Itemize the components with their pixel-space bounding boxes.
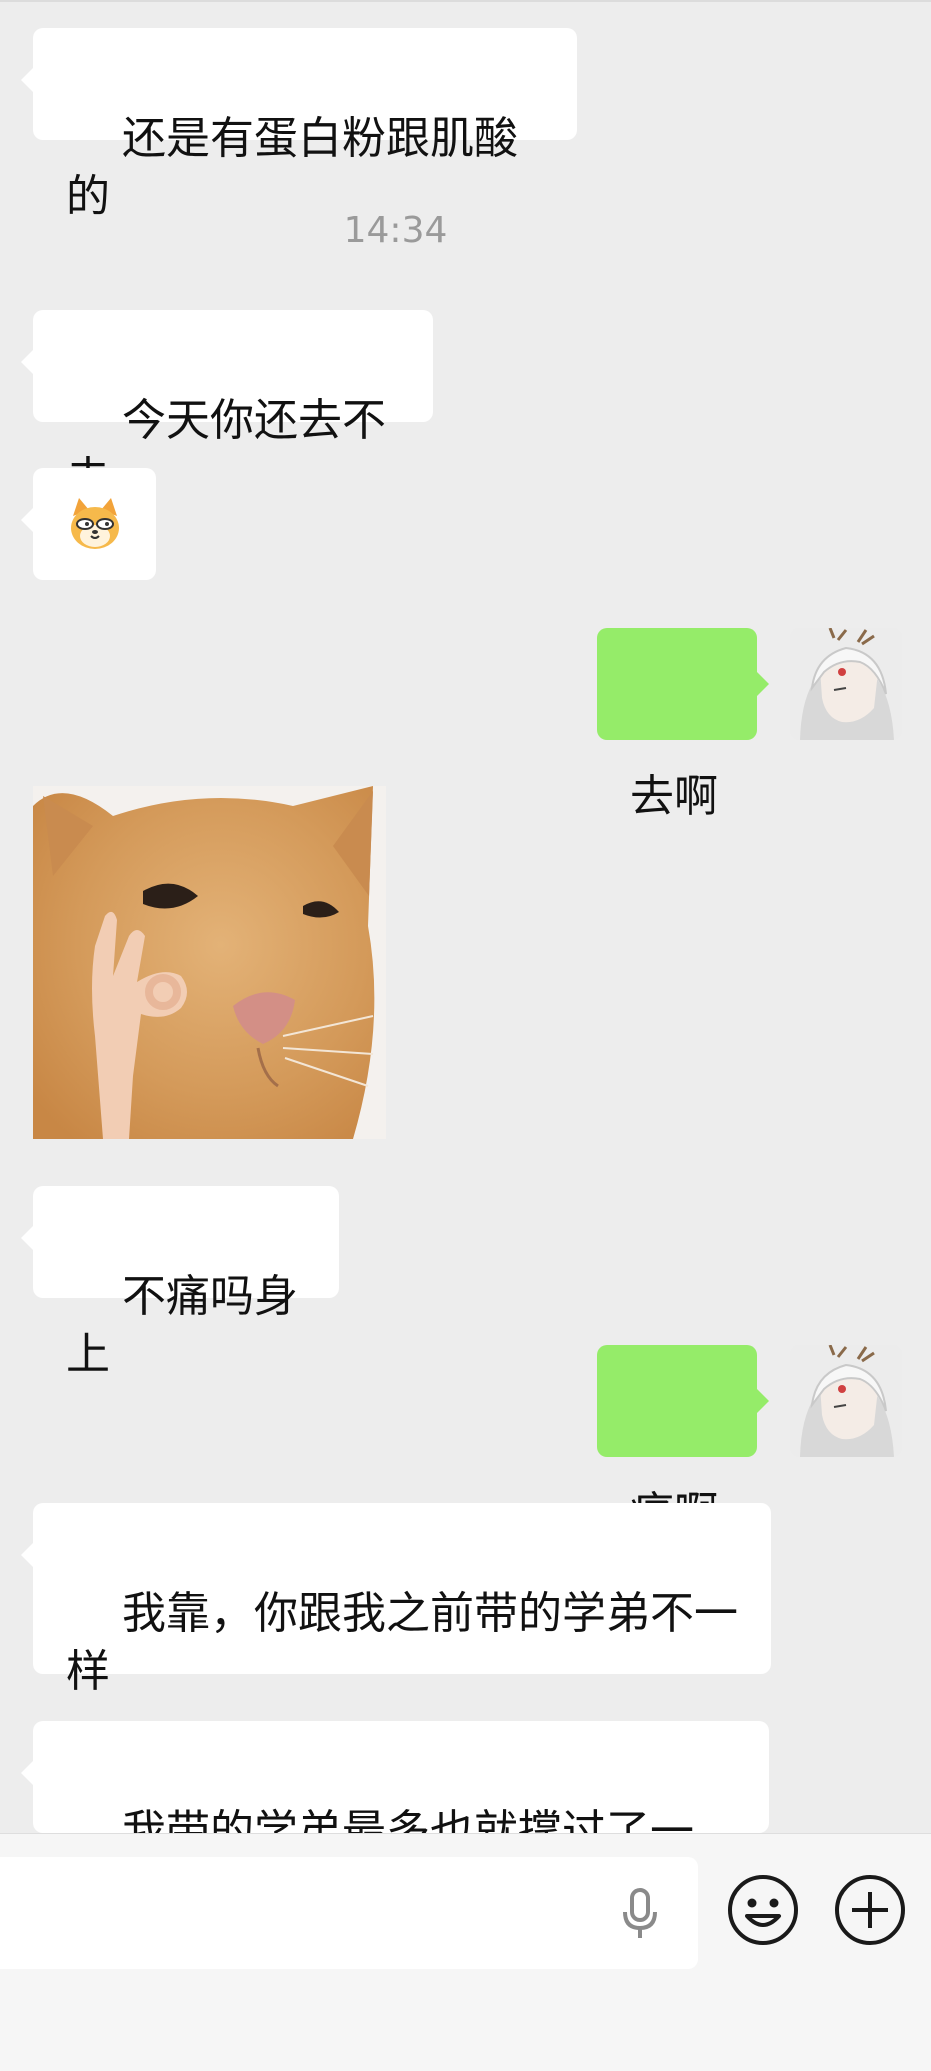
microphone-icon[interactable] — [620, 1886, 660, 1942]
chat-input-bar — [0, 1833, 931, 2071]
avatar[interactable] — [790, 628, 902, 740]
message-text: 我靠，你跟我之前带的学弟不一 样 — [66, 1588, 738, 1697]
message-bubble-outgoing[interactable]: 痛啊 — [597, 1345, 769, 1539]
message-bubble-outgoing[interactable]: 去啊 — [597, 628, 769, 822]
message-bubble-incoming[interactable]: 我带的学弟最多也就撑过了一周 — [21, 1721, 769, 1833]
message-bubble-incoming[interactable]: 今天你还去不去 — [21, 310, 433, 504]
white-haired-character-avatar-icon — [790, 1345, 902, 1457]
cat-ok-hand-sticker-icon — [33, 786, 386, 1139]
message-bubble-incoming[interactable]: 我靠，你跟我之前带的学弟不一 样 — [21, 1503, 771, 1697]
chat-message-list[interactable]: 还是有蛋白粉跟肌酸的 14:34 今天你还去不去 去啊 — [0, 0, 931, 1833]
top-divider — [0, 0, 931, 2]
message-input[interactable] — [0, 1857, 698, 1969]
avatar[interactable] — [790, 1345, 902, 1457]
emoji-message-bubble[interactable] — [21, 468, 156, 580]
smiley-icon[interactable] — [727, 1874, 799, 1946]
message-text: 我带的学弟最多也就撑过了一周 — [121, 1806, 694, 1833]
message-text: 还是有蛋白粉跟肌酸的 — [66, 113, 518, 222]
message-bubble-incoming[interactable]: 还是有蛋白粉跟肌酸的 — [21, 28, 577, 222]
timestamp: 14:34 — [343, 210, 448, 251]
message-text: 去啊 — [630, 771, 718, 822]
doge-cat-emoji-icon — [71, 498, 119, 549]
plus-circle-icon[interactable] — [834, 1874, 906, 1946]
white-haired-character-avatar-icon — [790, 628, 902, 740]
message-text: 不痛吗身上 — [66, 1271, 298, 1380]
sticker-image[interactable] — [33, 786, 386, 1139]
message-bubble-incoming[interactable]: 不痛吗身上 — [21, 1186, 339, 1380]
